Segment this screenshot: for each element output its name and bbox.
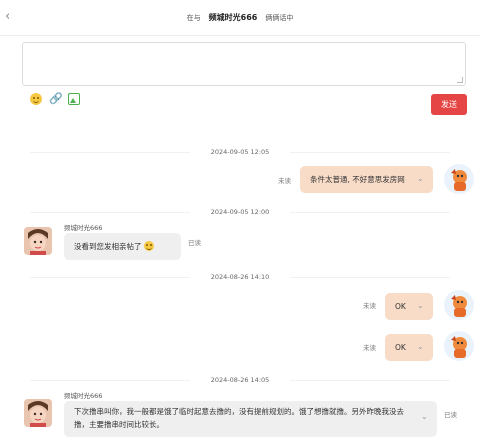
time-separator: 2024-09-05 12:05 bbox=[30, 147, 450, 157]
read-status: 已读 bbox=[444, 411, 457, 419]
time-separator: 2024-08-26 14:10 bbox=[30, 272, 450, 282]
read-status: 未读 bbox=[278, 177, 291, 185]
cartoon-avatar-icon bbox=[444, 331, 474, 361]
read-status: 未读 bbox=[363, 344, 376, 352]
message-text: OK bbox=[395, 343, 406, 352]
chat-title: 在与 频城时光666 俩俩话中 bbox=[0, 12, 480, 24]
chat-header: ‹ 在与 频城时光666 俩俩话中 bbox=[0, 0, 480, 36]
chevron-down-icon[interactable]: ⌄ bbox=[417, 342, 425, 351]
resize-handle[interactable] bbox=[457, 77, 463, 83]
time-separator: 2024-08-26 14:05 bbox=[30, 375, 450, 385]
title-prefix: 在与 bbox=[186, 14, 201, 22]
send-button[interactable]: 发送 bbox=[431, 94, 467, 115]
read-status: 已读 bbox=[188, 239, 201, 247]
timestamp: 2024-09-05 12:05 bbox=[190, 147, 290, 157]
emoji-icon[interactable] bbox=[30, 93, 42, 105]
timestamp: 2024-09-05 12:00 bbox=[190, 207, 290, 217]
message-bubble[interactable]: OK ⌄ bbox=[385, 334, 433, 361]
avatar[interactable] bbox=[443, 330, 475, 362]
message-bubble[interactable]: 条件太普通, 不好意思发房网 ⌄ bbox=[300, 166, 433, 193]
child-photo-avatar-icon bbox=[24, 399, 52, 427]
image-icon[interactable] bbox=[68, 93, 80, 105]
message-input[interactable] bbox=[22, 42, 466, 86]
message-text: OK bbox=[395, 302, 406, 311]
cartoon-avatar-icon bbox=[444, 290, 474, 320]
timestamp: 2024-08-26 14:10 bbox=[190, 272, 290, 282]
avatar[interactable] bbox=[24, 227, 52, 255]
sender-name: 频城时光666 bbox=[64, 224, 103, 232]
read-status: 未读 bbox=[363, 302, 376, 310]
avatar[interactable] bbox=[443, 163, 475, 195]
message-text: 条件太普通, 不好意思发房网 bbox=[310, 175, 405, 184]
message-bubble[interactable]: 没看到您发相亲帖了 bbox=[64, 233, 181, 260]
message-text: 没看到您发相亲帖了 bbox=[74, 240, 154, 253]
cartoon-avatar-icon bbox=[444, 164, 474, 194]
avatar[interactable] bbox=[24, 399, 52, 427]
message-bubble[interactable]: 下次撸串叫你，我一般都是饿了临时起意去撸的，没有提前规划的。饿了想撸就撸。另外昨… bbox=[64, 401, 437, 437]
avatar[interactable] bbox=[443, 289, 475, 321]
sender-name: 频城时光666 bbox=[64, 392, 103, 400]
timestamp: 2024-08-26 14:05 bbox=[190, 375, 290, 385]
message-bubble[interactable]: OK ⌄ bbox=[385, 293, 433, 320]
child-photo-avatar-icon bbox=[24, 227, 52, 255]
contact-name[interactable]: 频城时光666 bbox=[209, 13, 258, 22]
message-text: 下次撸串叫你，我一般都是饿了临时起意去撸的，没有提前规划的。饿了想撸就撸。另外昨… bbox=[74, 407, 404, 429]
time-separator: 2024-09-05 12:00 bbox=[30, 207, 450, 217]
smile-emoji-icon bbox=[143, 241, 154, 251]
chevron-down-icon[interactable]: ⌄ bbox=[421, 413, 429, 421]
link-icon[interactable]: 🔗 bbox=[49, 93, 63, 105]
chevron-down-icon[interactable]: ⌄ bbox=[417, 174, 425, 183]
title-suffix: 俩俩话中 bbox=[265, 14, 294, 22]
chevron-down-icon[interactable]: ⌄ bbox=[417, 301, 425, 310]
